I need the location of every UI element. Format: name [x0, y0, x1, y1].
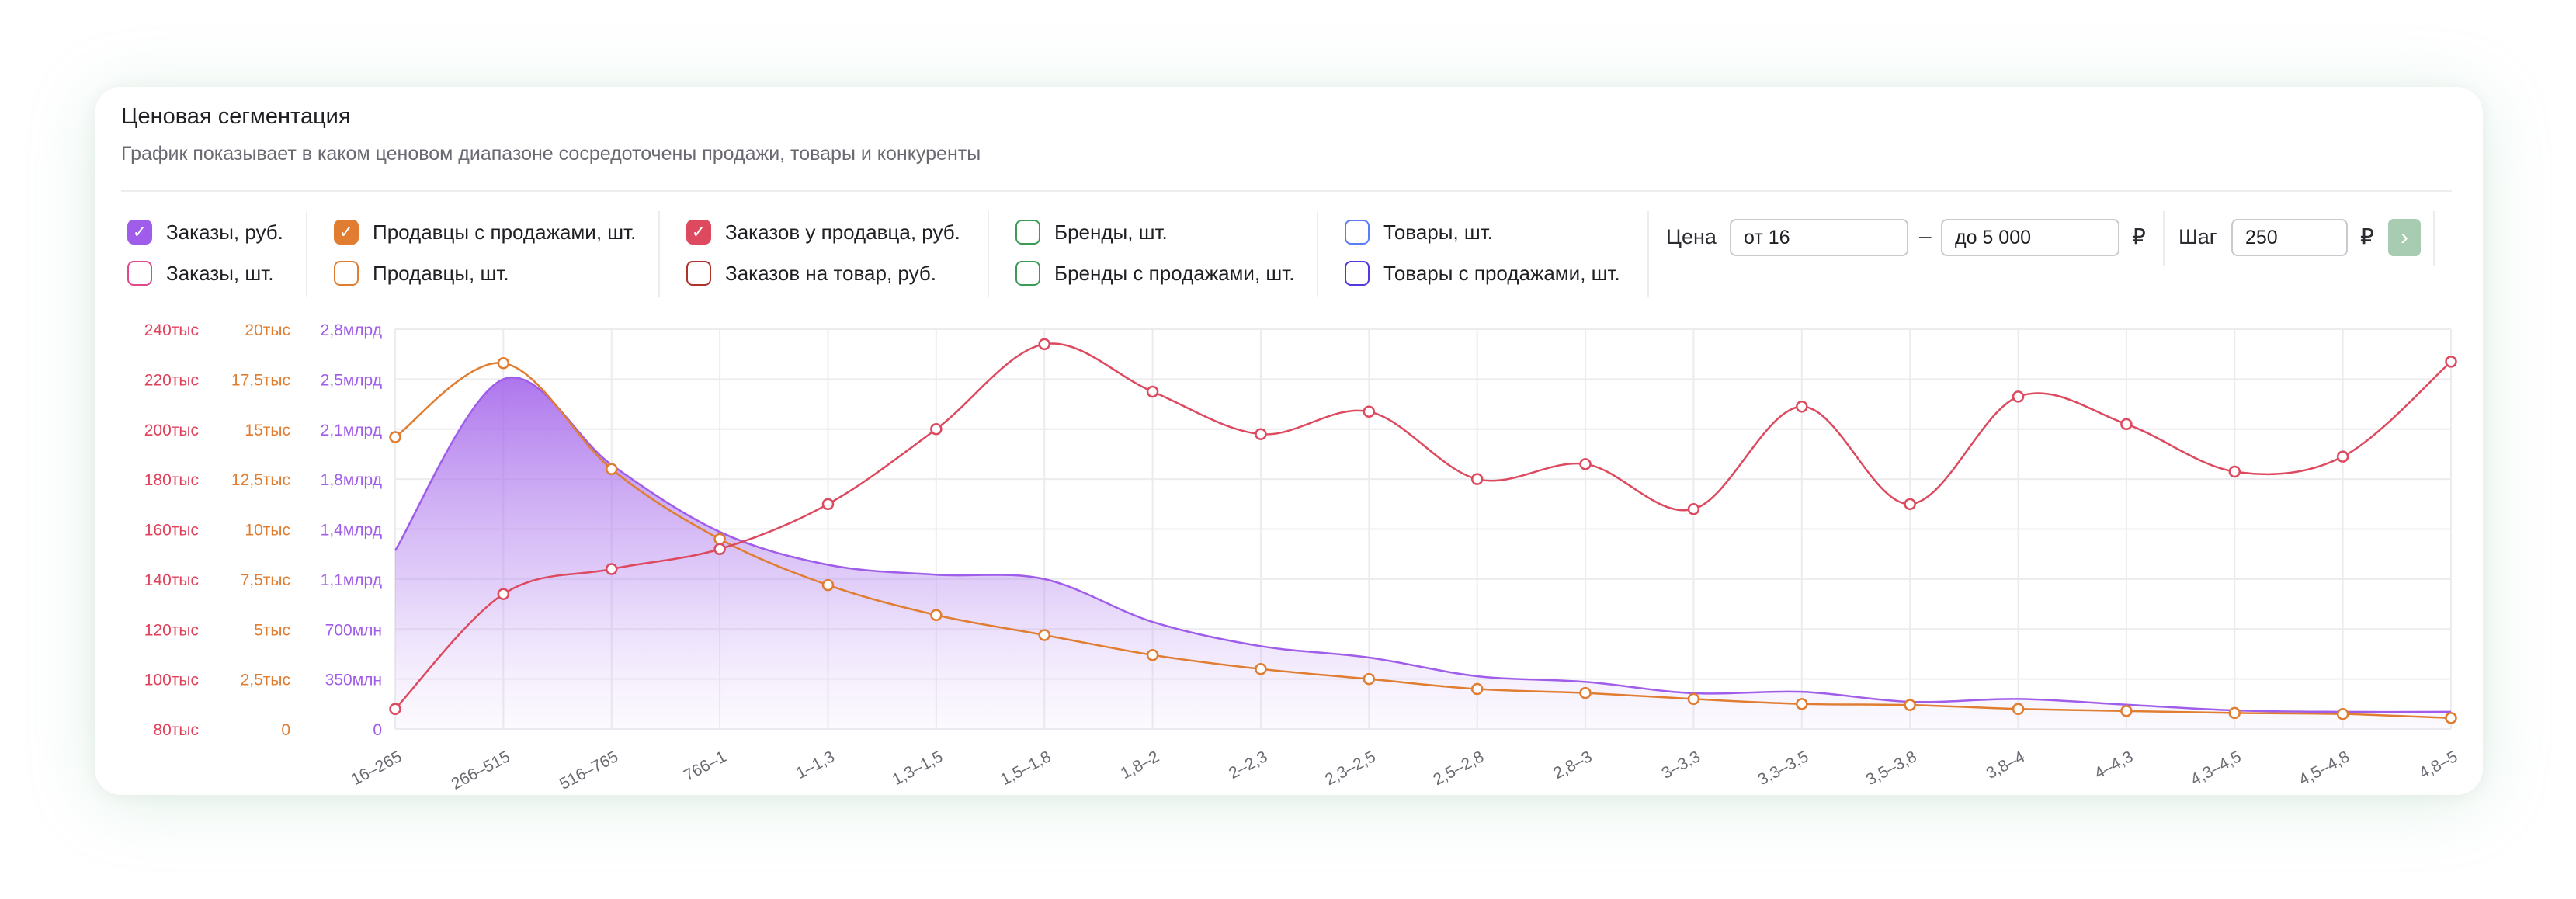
x-tick-label: 4,3–4,5 [2188, 748, 2244, 789]
data-point-marker [1470, 682, 1484, 696]
x-tick-label: 2,8–3 [1550, 748, 1595, 783]
x-tick-label: 3,3–3,5 [1755, 748, 1811, 789]
data-point-marker [1687, 692, 1700, 706]
y-tick-label: 350млн [325, 672, 382, 689]
y-axes: 80тыс 100тыс 120тыс 140тыс 160тыс 180тыс 200ты… [144, 321, 382, 739]
x-tick-label: 4,8–5 [2416, 748, 2460, 783]
data-point-marker [497, 357, 510, 370]
y-tick-label: 10тыс [245, 522, 290, 540]
data-point-marker [1363, 405, 1376, 418]
y-tick-label: 120тыс [144, 621, 199, 639]
data-point-marker [821, 498, 835, 511]
x-tick-label: 1,5–1,8 [998, 748, 1054, 789]
y-tick-label: 7,5тыс [241, 571, 290, 589]
data-point-marker [1146, 385, 1159, 398]
x-tick-label: 4–4,3 [2092, 748, 2136, 783]
data-point-marker [930, 423, 943, 436]
y-tick-label: 240тыс [144, 321, 199, 339]
data-point-marker [1904, 699, 1916, 711]
x-tick-label: 766–1 [681, 748, 729, 785]
data-point-marker [2228, 465, 2241, 478]
data-point-marker [497, 588, 510, 600]
y-tick-label: 0 [281, 721, 290, 739]
data-point-marker [605, 563, 618, 575]
data-point-marker [1470, 473, 1484, 485]
data-point-marker [2120, 705, 2133, 717]
y-tick-label: 5тыс [254, 621, 290, 639]
data-point-marker [1038, 338, 1050, 351]
x-tick-label: 3–3,3 [1659, 748, 1703, 783]
y-tick-label: 15тыс [245, 422, 290, 439]
x-tick-label: 4,5–4,8 [2296, 748, 2352, 789]
y-tick-label: 200тыс [144, 422, 199, 439]
data-point-marker [1038, 629, 1050, 641]
y-tick-label: 160тыс [144, 522, 199, 540]
data-point-marker [1579, 458, 1592, 470]
y-tick-label: 20тыс [245, 321, 290, 339]
x-tick-label: 3,5–3,8 [1863, 748, 1920, 789]
data-point-marker [1255, 663, 1267, 675]
x-tick-label: 2–2,3 [1226, 748, 1270, 783]
y-tick-label: 700млн [325, 621, 382, 639]
y-tick-label: 80тыс [153, 721, 199, 739]
data-point-marker [1146, 648, 1159, 661]
series [394, 342, 2452, 729]
x-tick-label: 1–1,3 [793, 748, 838, 783]
data-point-marker [821, 578, 835, 592]
data-point-marker [389, 703, 401, 715]
y-tick-label: 140тыс [144, 571, 199, 589]
data-point-marker [2445, 356, 2457, 368]
x-tick-label: 2,5–2,8 [1430, 748, 1487, 789]
x-tick-label: 516–765 [557, 748, 621, 793]
x-tick-label: 16–265 [349, 748, 405, 789]
data-point-marker [2445, 712, 2457, 724]
y-tick-label: 2,5тыс [241, 672, 290, 689]
y-tick-label: 2,5млрд [321, 371, 382, 389]
data-point-marker [2336, 707, 2349, 720]
data-point-marker [1363, 672, 1376, 686]
data-point-marker [2228, 706, 2241, 720]
x-tick-label: 3,8–4 [1984, 748, 2028, 783]
data-point-marker [713, 533, 726, 546]
y-tick-label: 1,4млрд [321, 522, 382, 540]
x-tick-label: 2,3–2,5 [1322, 748, 1379, 789]
data-point-marker [605, 463, 618, 475]
price-segmentation-chart: 80тыс 100тыс 120тыс 140тыс 160тыс 180тыс 200ты… [144, 321, 2461, 793]
data-point-marker [1255, 428, 1267, 440]
data-point-marker [1796, 698, 1808, 710]
y-tick-label: 2,8млрд [321, 321, 382, 339]
data-point-marker [713, 543, 726, 555]
data-point-marker [2120, 418, 2133, 431]
data-point-marker [930, 609, 943, 621]
data-point-marker [389, 431, 401, 443]
price-segmentation-card: Ценовая сегментация График показывает в … [95, 87, 2483, 795]
y-tick-label: 180тыс [144, 471, 199, 489]
y-tick-label: 2,1млрд [321, 422, 382, 439]
y-tick-label: 12,5тыс [231, 471, 290, 489]
y-tick-label: 100тыс [144, 672, 199, 689]
x-tick-label: 1,8–2 [1118, 748, 1162, 783]
data-point-marker [1687, 503, 1700, 515]
x-tick-label: 266–515 [449, 748, 513, 793]
y-tick-label: 0 [373, 721, 382, 739]
y-tick-label: 17,5тыс [231, 371, 290, 389]
data-point-marker [2012, 390, 2025, 403]
data-point-marker [2012, 703, 2025, 715]
y-tick-label: 1,8млрд [321, 471, 382, 489]
y-tick-label: 1,1млрд [321, 571, 382, 589]
data-point-marker [2336, 450, 2349, 463]
data-point-marker [1579, 686, 1592, 699]
x-axis-labels: 16–265 266–515 516–765 766–1 1–1,3 1,3–1,5 1,5… [349, 748, 2461, 793]
data-point-marker [1904, 498, 1916, 511]
data-point-marker [1796, 401, 1808, 413]
x-tick-label: 1,3–1,5 [890, 748, 946, 789]
y-tick-label: 220тыс [144, 371, 199, 389]
